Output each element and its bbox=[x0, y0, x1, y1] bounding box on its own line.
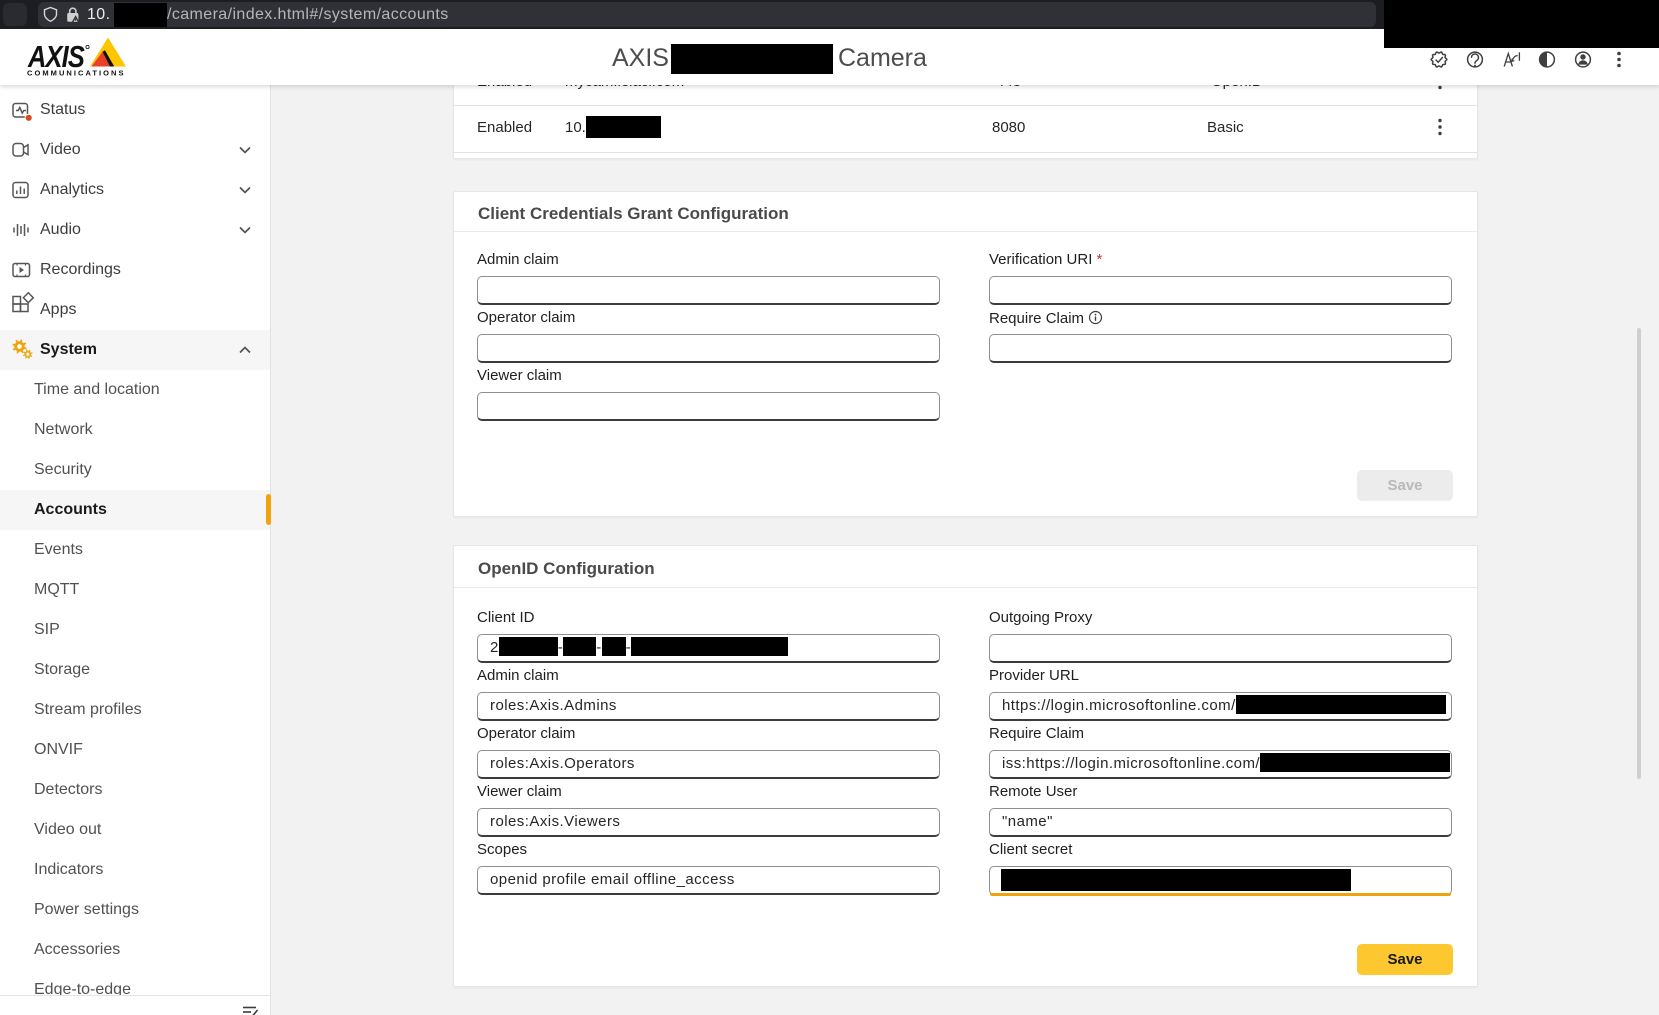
svg-text:COMMUNICATIONS: COMMUNICATIONS bbox=[27, 68, 126, 77]
